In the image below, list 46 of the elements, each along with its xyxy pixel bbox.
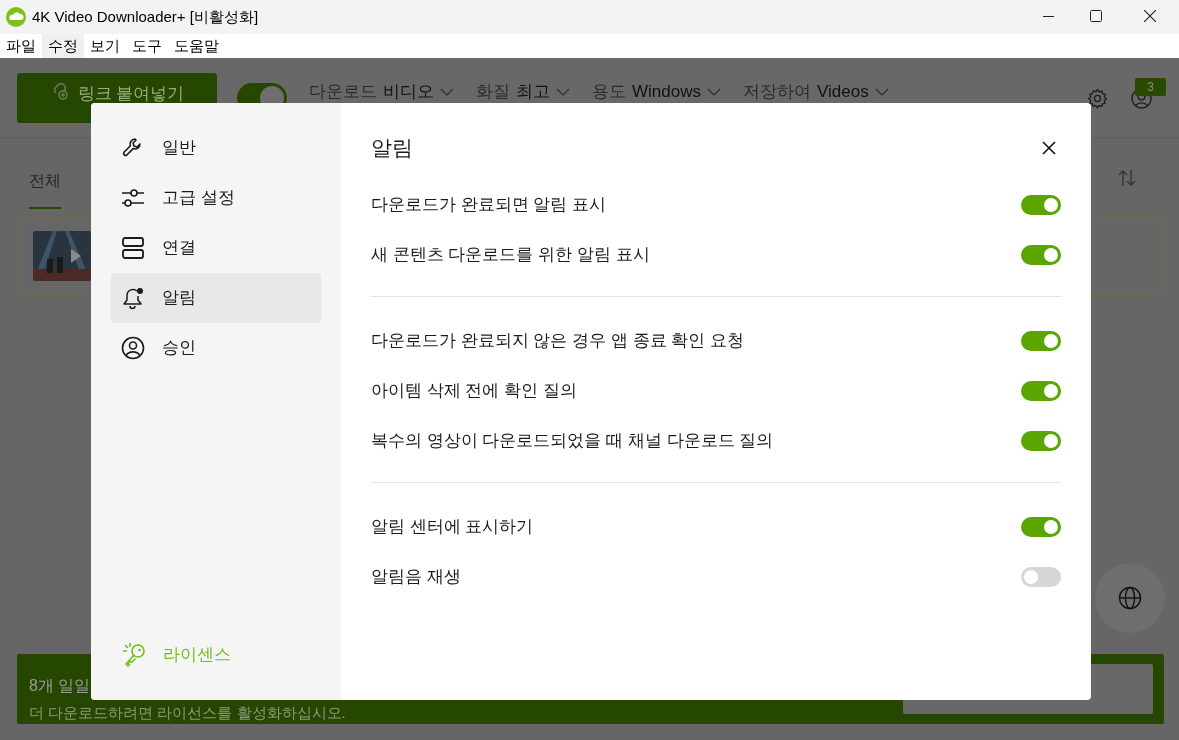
toggle-switch[interactable] [1021, 381, 1061, 401]
setting-label: 알림음 재생 [371, 566, 461, 589]
app-logo-icon [6, 7, 26, 27]
setting-label: 새 콘텐츠 다운로드를 위한 알림 표시 [371, 244, 650, 267]
menu-item[interactable]: 도움말 [168, 34, 225, 58]
bell-icon [121, 286, 145, 310]
setting-label: 아이템 삭제 전에 확인 질의 [371, 380, 577, 403]
sidebar-item[interactable]: 일반 [111, 123, 321, 173]
toggle-switch[interactable] [1021, 567, 1061, 587]
setting-label: 다운로드가 완료되지 않은 경우 앱 종료 확인 요청 [371, 330, 745, 353]
sidebar-item[interactable]: 연결 [111, 223, 321, 273]
user-circle-icon [121, 336, 145, 360]
server-icon [121, 237, 145, 259]
menu-item[interactable]: 도구 [126, 34, 168, 58]
key-icon [121, 642, 147, 668]
chevron-down-icon [874, 87, 889, 96]
toggle-switch[interactable] [1021, 245, 1061, 265]
setting-label: 다운로드가 완료되면 알림 표시 [371, 194, 607, 217]
close-icon[interactable] [1144, 10, 1156, 22]
banner-title: 8개 일일 [29, 676, 92, 696]
menu-item[interactable]: 수정 [42, 34, 84, 58]
maximize-icon[interactable] [1090, 10, 1102, 22]
toggle-switch[interactable] [1021, 331, 1061, 351]
globe-icon [1118, 586, 1142, 610]
sidebar-item[interactable]: 승인 [111, 323, 321, 373]
sidebar-item[interactable]: 고급 설정 [111, 173, 321, 223]
chevron-down-icon [440, 87, 454, 96]
setting-label: 알림 센터에 표시하기 [371, 516, 534, 539]
dialog-title: 알림 [371, 135, 413, 162]
sliders-icon [121, 186, 145, 210]
banner-text: 더 다운로드하려면 라이선스를 활성화하십시오. [29, 704, 346, 722]
notification-badge: 3 [1135, 78, 1166, 96]
window-title: 4K Video Downloader+ [비활성화] [32, 6, 259, 27]
menu-item[interactable]: 파일 [0, 34, 42, 58]
menu-item[interactable]: 보기 [84, 34, 126, 58]
setting-label: 복수의 영상이 다운로드되었을 때 채널 다운로드 질의 [371, 430, 774, 453]
chevron-down-icon [556, 87, 570, 96]
chevron-down-icon [706, 87, 721, 96]
toggle-switch[interactable] [1021, 195, 1061, 215]
toggle-switch[interactable] [1021, 517, 1061, 537]
sort-icon[interactable] [1117, 168, 1137, 188]
sidebar-item[interactable]: 알림 [111, 273, 321, 323]
toggle-switch[interactable] [1021, 431, 1061, 451]
settings-icon[interactable] [1087, 88, 1108, 109]
close-icon[interactable] [1042, 141, 1056, 155]
minimize-icon[interactable] [1043, 16, 1054, 18]
